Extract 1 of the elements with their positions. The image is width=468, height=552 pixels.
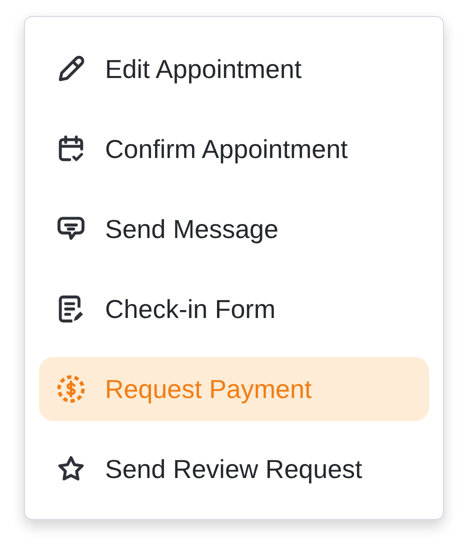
dollar-circle-icon [55,373,87,405]
